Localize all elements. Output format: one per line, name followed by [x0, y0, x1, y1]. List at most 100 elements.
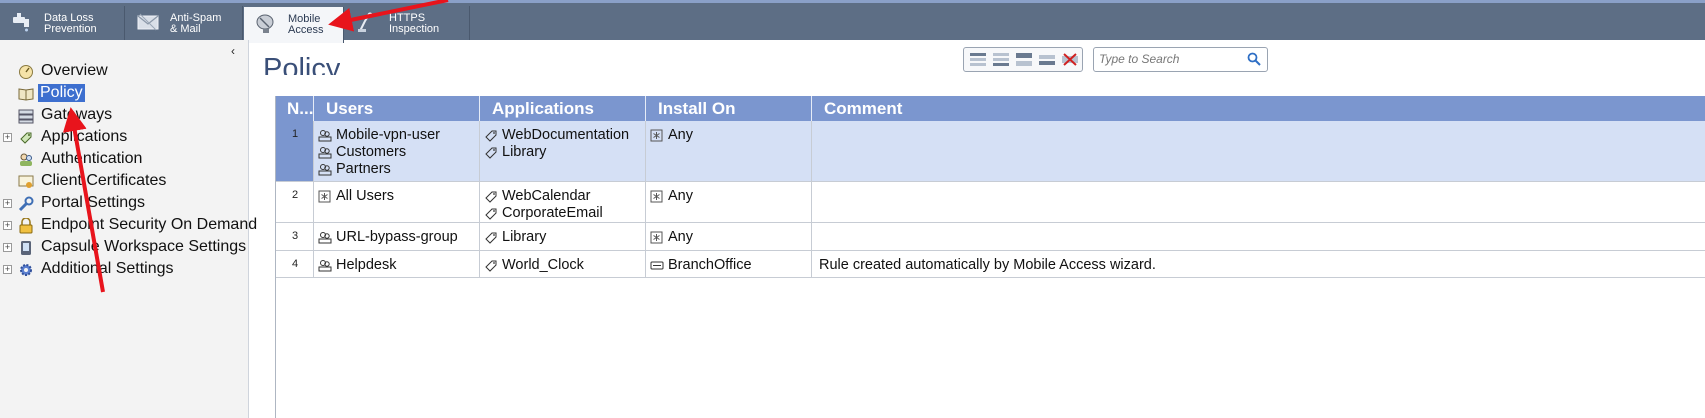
- sidebar-item-capsule-workspace[interactable]: + Capsule Workspace Settings: [0, 237, 249, 259]
- application-entry[interactable]: World_Clock: [484, 257, 584, 273]
- mobile-device-icon: [21, 241, 31, 255]
- application-name: WebCalendar: [502, 188, 591, 204]
- column-header-comment[interactable]: Comment: [812, 96, 1705, 121]
- install-target-name: BranchOffice: [668, 257, 752, 273]
- user-group-name: Customers: [336, 144, 407, 160]
- sidebar-item-label: Applications: [41, 128, 128, 145]
- user-group-icon: [318, 232, 332, 244]
- application-entry[interactable]: Library: [484, 144, 546, 160]
- install-target-entry[interactable]: Any: [650, 188, 693, 204]
- tab-https-inspection[interactable]: HTTPS Inspection: [345, 6, 470, 40]
- search-icon[interactable]: [1247, 52, 1261, 66]
- user-group-entry[interactable]: Customers: [318, 144, 406, 160]
- sidebar-item-client-certificates[interactable]: Client Certificates: [0, 171, 249, 193]
- rule-number: 4: [291, 258, 299, 270]
- application-entry[interactable]: CorporateEmail: [484, 205, 603, 221]
- user-group-entry[interactable]: All Users: [318, 188, 394, 204]
- application-entry[interactable]: Library: [484, 229, 546, 245]
- page-title: Policy: [263, 53, 341, 75]
- tab-label: Anti-Spam & Mail: [170, 12, 222, 35]
- install-target-entry[interactable]: BranchOffice: [650, 257, 752, 273]
- policy-book-icon: [18, 88, 34, 101]
- application-name: CorporateEmail: [502, 205, 603, 221]
- sidebar-item-policy[interactable]: Policy: [0, 83, 249, 105]
- sidebar-item-label: Additional Settings: [41, 260, 174, 277]
- user-group-entry[interactable]: Partners: [318, 161, 391, 177]
- sidebar-item-authentication[interactable]: Authentication: [0, 149, 249, 171]
- any-object-icon: [650, 190, 663, 203]
- table-row[interactable]: 1 Mobile-vpn-user Customers Partners Web…: [276, 121, 1705, 182]
- lock-icon: [19, 218, 33, 234]
- probe-icon: [358, 12, 373, 32]
- application-tag-icon: [485, 191, 497, 203]
- delete-rule-icon[interactable]: [1061, 52, 1079, 67]
- add-rule-below-icon[interactable]: [992, 52, 1010, 67]
- install-target-entry[interactable]: Any: [650, 127, 693, 143]
- rule-number: 1: [291, 128, 299, 140]
- user-group-name: All Users: [336, 188, 395, 204]
- install-target-entry[interactable]: Any: [650, 229, 693, 245]
- move-rule-icon[interactable]: [1038, 52, 1056, 67]
- sidebar-item-portal-settings[interactable]: + Portal Settings: [0, 193, 249, 215]
- user-group-entry[interactable]: Mobile-vpn-user: [318, 127, 440, 143]
- application-tag-icon: [485, 260, 497, 272]
- application-entry[interactable]: WebCalendar: [484, 188, 590, 204]
- expand-toggle-icon[interactable]: +: [3, 199, 12, 208]
- tab-mobile-access[interactable]: Mobile Access: [244, 7, 344, 43]
- application-tag-icon: [485, 130, 497, 142]
- application-name: World_Clock: [502, 257, 584, 273]
- table-row[interactable]: 2 All Users WebCalendar CorporateEmail A…: [276, 182, 1705, 223]
- rule-toolbar: [963, 47, 1083, 72]
- sidebar-item-label: Policy: [38, 84, 85, 102]
- install-target-name: Any: [668, 188, 693, 204]
- expand-toggle-icon[interactable]: +: [3, 133, 12, 142]
- any-object-icon: [318, 190, 331, 203]
- tab-data-loss-prevention[interactable]: Data Loss Prevention: [0, 6, 125, 40]
- satellite-dish-icon: [256, 14, 274, 33]
- sidebar-item-label: Authentication: [41, 150, 143, 167]
- certificate-icon: [18, 175, 34, 188]
- search-input[interactable]: [1099, 51, 1239, 67]
- sidebar-item-endpoint-security[interactable]: + Endpoint Security On Demand: [0, 215, 257, 237]
- any-object-icon: [650, 231, 663, 244]
- user-group-name: URL-bypass-group: [336, 229, 458, 245]
- add-section-icon[interactable]: [1015, 52, 1033, 67]
- gateway-icon: [18, 109, 34, 124]
- table-header: N... Users Applications Install On Comme…: [276, 96, 1705, 121]
- user-group-entry[interactable]: URL-bypass-group: [318, 229, 458, 245]
- add-rule-above-icon[interactable]: [969, 52, 987, 67]
- application-entry[interactable]: WebDocumentation: [484, 127, 629, 143]
- rule-comment: Rule created automatically by Mobile Acc…: [819, 257, 1156, 273]
- sidebar-item-label: Portal Settings: [41, 194, 146, 211]
- expand-toggle-icon[interactable]: +: [3, 243, 12, 252]
- sidebar-item-label: Gateways: [41, 106, 113, 123]
- user-group-name: Helpdesk: [336, 257, 397, 273]
- expand-toggle-icon[interactable]: +: [3, 265, 12, 274]
- tab-anti-spam-mail[interactable]: Anti-Spam & Mail: [126, 6, 243, 40]
- sidebar-item-gateways[interactable]: Gateways: [0, 105, 249, 127]
- sidebar-item-applications[interactable]: + Applications: [0, 127, 249, 149]
- collapse-sidebar-icon[interactable]: ‹: [231, 44, 235, 58]
- user-group-icon: [318, 130, 332, 142]
- user-group-icon: [318, 164, 332, 176]
- table-row[interactable]: 3 URL-bypass-group Library Any: [276, 223, 1705, 251]
- application-tag-icon: [485, 232, 497, 244]
- column-header-users[interactable]: Users: [314, 96, 480, 121]
- authentication-icon: [20, 153, 32, 166]
- sidebar-item-label: Client Certificates: [41, 172, 167, 189]
- rule-number: 2: [291, 189, 299, 201]
- column-header-install-on[interactable]: Install On: [646, 96, 812, 121]
- application-name: WebDocumentation: [502, 127, 630, 143]
- user-group-entry[interactable]: Helpdesk: [318, 257, 396, 273]
- install-target-name: Any: [668, 229, 693, 245]
- tab-label: HTTPS Inspection: [389, 12, 440, 35]
- table-row[interactable]: 4 Helpdesk World_Clock BranchOffice Rule…: [276, 251, 1705, 278]
- sidebar-item-label: Capsule Workspace Settings: [41, 238, 247, 255]
- column-header-number[interactable]: N...: [276, 96, 314, 121]
- sidebar-item-overview[interactable]: Overview: [0, 61, 249, 83]
- column-header-applications[interactable]: Applications: [480, 96, 646, 121]
- expand-toggle-icon[interactable]: +: [3, 221, 12, 230]
- application-tag-icon: [485, 208, 497, 220]
- sidebar-item-additional-settings[interactable]: + Additional Settings: [0, 259, 249, 281]
- envelope-icon: [137, 13, 159, 31]
